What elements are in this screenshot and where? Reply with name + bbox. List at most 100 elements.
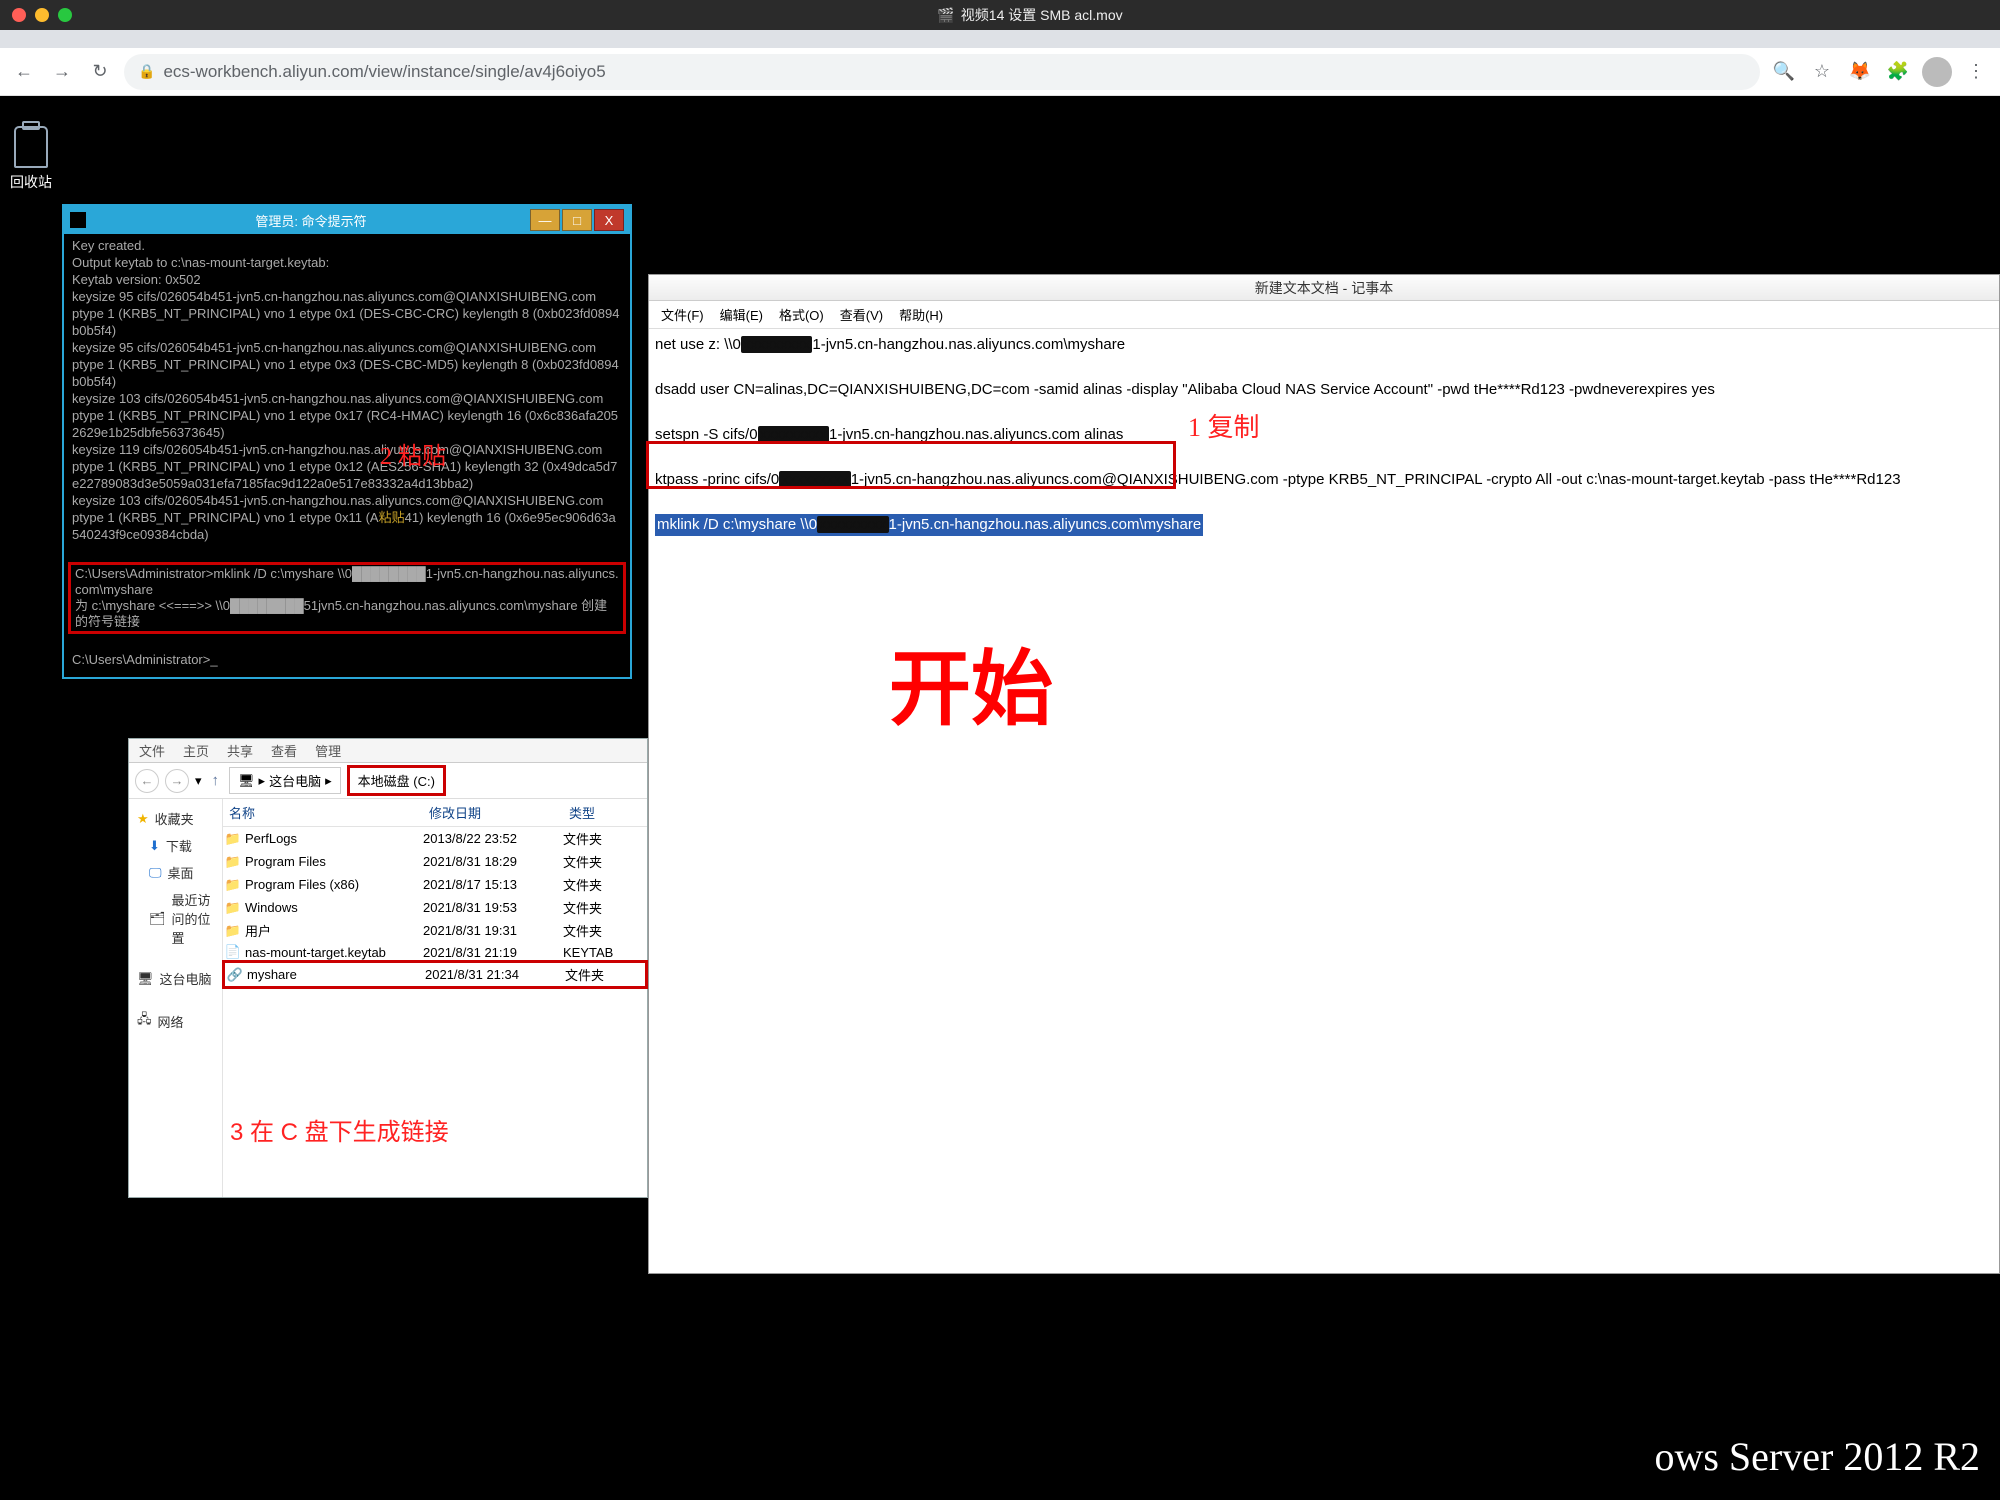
explorer-sidebar[interactable]: ★收藏夹 ⬇下载 🖵桌面 🗂 最近访问的位置 🖥 这台电脑 🖧网络 bbox=[129, 799, 223, 1197]
cmd-window[interactable]: 管理员: 命令提示符 — □ X Key created. Output key… bbox=[62, 204, 632, 679]
file-date: 2021/8/31 18:29 bbox=[423, 854, 563, 869]
file-name: nas-mount-target.keytab bbox=[243, 945, 423, 960]
hdr-name[interactable]: 名称 bbox=[223, 799, 423, 826]
recent-button[interactable]: ▾ bbox=[195, 773, 202, 789]
table-row[interactable]: 📄nas-mount-target.keytab2021/8/31 21:19K… bbox=[223, 942, 647, 962]
browser-toolbar: ← → ↻ 🔒 ecs-workbench.aliyun.com/view/in… bbox=[0, 48, 2000, 96]
np-l1a: net use z: \\0 bbox=[655, 336, 741, 353]
np-l5a: mklink /D c:\myshare \\0 bbox=[657, 516, 817, 533]
maximize-icon[interactable] bbox=[58, 8, 72, 22]
file-name: Program Files (x86) bbox=[243, 877, 423, 892]
recycle-bin[interactable]: 回收站 bbox=[8, 126, 54, 192]
back-icon[interactable]: ← bbox=[10, 58, 38, 86]
tab-share[interactable]: 共享 bbox=[227, 741, 253, 760]
crumb-thispc-label: 这台电脑 bbox=[269, 771, 321, 790]
pc-icon: 🖥 bbox=[137, 971, 154, 987]
cmd-title: 管理员: 命令提示符 bbox=[94, 211, 528, 230]
file-type: 文件夹 bbox=[563, 875, 643, 894]
extension-icon[interactable]: 🦊 bbox=[1846, 58, 1874, 86]
file-type: 文件夹 bbox=[563, 829, 643, 848]
table-row[interactable]: 📁PerfLogs2013/8/22 23:52文件夹 bbox=[223, 827, 647, 850]
link-icon: 🔗 bbox=[225, 967, 245, 983]
sidebar-item-desktop[interactable]: 🖵桌面 bbox=[129, 859, 222, 886]
search-icon[interactable]: 🔍 bbox=[1770, 58, 1798, 86]
file-type: 文件夹 bbox=[563, 852, 643, 871]
tab-manage[interactable]: 管理 bbox=[315, 741, 341, 760]
table-row[interactable]: 📁Program Files (x86)2021/8/17 15:13文件夹 bbox=[223, 873, 647, 896]
network-icon: 🖧 bbox=[137, 1010, 152, 1032]
up-button[interactable]: ↑ bbox=[208, 772, 224, 789]
back-button[interactable]: ← bbox=[135, 769, 159, 793]
cmd-close-button[interactable]: X bbox=[594, 209, 624, 231]
forward-icon[interactable]: → bbox=[48, 58, 76, 86]
lock-icon: 🔒 bbox=[138, 63, 155, 80]
file-date: 2021/8/31 19:31 bbox=[423, 923, 563, 938]
file-date: 2021/8/17 15:13 bbox=[423, 877, 563, 892]
minimize-icon[interactable] bbox=[35, 8, 49, 22]
address-bar[interactable]: 🔒 ecs-workbench.aliyun.com/view/instance… bbox=[124, 54, 1760, 90]
reload-icon[interactable]: ↻ bbox=[86, 58, 114, 86]
file-type: 文件夹 bbox=[563, 921, 643, 940]
macos-titlebar: 🎬 视频14 设置 SMB acl.mov bbox=[0, 0, 2000, 30]
annotation-start: 开始 bbox=[889, 679, 1053, 701]
recent-icon: 🗂 bbox=[149, 911, 166, 927]
menu-icon[interactable]: ⋮ bbox=[1962, 58, 1990, 86]
notepad-title[interactable]: 新建文本文档 - 记事本 bbox=[649, 275, 1999, 301]
cmd-minimize-button[interactable]: — bbox=[530, 209, 560, 231]
tab-file[interactable]: 文件 bbox=[139, 741, 165, 760]
star-icon[interactable]: ☆ bbox=[1808, 58, 1836, 86]
cmd-output[interactable]: Key created. Output keytab to c:\nas-mou… bbox=[64, 234, 630, 677]
cmd-highlight-mklink: C:\Users\Administrator>mklink /D c:\mysh… bbox=[68, 562, 626, 634]
windows-desktop[interactable]: 回收站 管理员: 命令提示符 — □ X Key created. Output… bbox=[0, 112, 2000, 1500]
hdr-type[interactable]: 类型 bbox=[563, 799, 643, 826]
folder-icon: 📁 bbox=[223, 831, 243, 847]
notepad-window[interactable]: 新建文本文档 - 记事本 文件(F) 编辑(E) 格式(O) 查看(V) 帮助(… bbox=[648, 274, 2000, 1274]
tab-home[interactable]: 主页 bbox=[183, 741, 209, 760]
forward-button[interactable]: → bbox=[165, 769, 189, 793]
notepad-body[interactable]: net use z: \\0xxxxxxxxx 1-jvn5.cn-hangzho… bbox=[649, 329, 1999, 1273]
sidebar-item-thispc[interactable]: 🖥 这台电脑 bbox=[129, 965, 222, 992]
menu-file[interactable]: 文件(F) bbox=[655, 303, 710, 326]
macos-title: 视频14 设置 SMB acl.mov bbox=[961, 5, 1123, 25]
annotation-box-copy bbox=[646, 441, 1176, 489]
table-row[interactable]: 📁Windows2021/8/31 19:53文件夹 bbox=[223, 896, 647, 919]
menu-edit[interactable]: 编辑(E) bbox=[714, 303, 769, 326]
pc-icon: 🖥 bbox=[238, 773, 255, 789]
video-file-icon: 🎬 bbox=[937, 7, 954, 24]
np-l5b: 1-jvn5.cn-hangzhou.nas.aliyuncs.com\mysh… bbox=[889, 516, 1202, 533]
sidebar-recent-label: 最近访问的位置 bbox=[172, 890, 214, 947]
menu-format[interactable]: 格式(O) bbox=[773, 303, 830, 326]
sidebar-desktop-label: 桌面 bbox=[168, 863, 194, 882]
file-name: Program Files bbox=[243, 854, 423, 869]
explorer-ribbon-tabs[interactable]: 文件 主页 共享 查看 管理 bbox=[129, 739, 647, 763]
sidebar-pc-label: 这台电脑 bbox=[160, 969, 212, 988]
extensions-icon[interactable]: 🧩 bbox=[1884, 58, 1912, 86]
crumb-c-drive[interactable]: 本地磁盘 (C:) bbox=[347, 765, 446, 796]
cmd-maximize-button[interactable]: □ bbox=[562, 209, 592, 231]
cmd-prompt: C:\Users\Administrator>_ bbox=[72, 652, 218, 667]
sidebar-item-recent[interactable]: 🗂 最近访问的位置 bbox=[129, 886, 222, 951]
list-header[interactable]: 名称 修改日期 类型 bbox=[223, 799, 647, 827]
profile-icon[interactable] bbox=[1922, 57, 1952, 87]
close-icon[interactable] bbox=[12, 8, 26, 22]
sidebar-item-favorites[interactable]: ★收藏夹 bbox=[129, 805, 222, 832]
file-type: 文件夹 bbox=[565, 965, 645, 984]
file-type: KEYTAB bbox=[563, 945, 643, 960]
url-text: ecs-workbench.aliyun.com/view/instance/s… bbox=[163, 62, 605, 82]
star-icon: ★ bbox=[137, 811, 149, 827]
folder-icon: 📁 bbox=[223, 900, 243, 916]
cmd-titlebar[interactable]: 管理员: 命令提示符 — □ X bbox=[64, 206, 630, 234]
crumb-thispc[interactable]: 🖥 ▸ 这台电脑 ▸ bbox=[229, 767, 341, 794]
folder-icon: 📁 bbox=[223, 854, 243, 870]
table-row[interactable]: 🔗myshare2021/8/31 21:34文件夹 bbox=[222, 960, 648, 989]
table-row[interactable]: 📁Program Files2021/8/31 18:29文件夹 bbox=[223, 850, 647, 873]
menu-view[interactable]: 查看(V) bbox=[834, 303, 889, 326]
sidebar-item-downloads[interactable]: ⬇下载 bbox=[129, 832, 222, 859]
hdr-date[interactable]: 修改日期 bbox=[423, 799, 563, 826]
menu-help[interactable]: 帮助(H) bbox=[893, 303, 949, 326]
sidebar-item-network[interactable]: 🖧网络 bbox=[129, 1006, 222, 1036]
tab-view[interactable]: 查看 bbox=[271, 741, 297, 760]
redacted-icon: xxxxxxxxx bbox=[741, 336, 813, 353]
table-row[interactable]: 📁用户2021/8/31 19:31文件夹 bbox=[223, 919, 647, 942]
notepad-menu[interactable]: 文件(F) 编辑(E) 格式(O) 查看(V) 帮助(H) bbox=[649, 301, 1999, 329]
